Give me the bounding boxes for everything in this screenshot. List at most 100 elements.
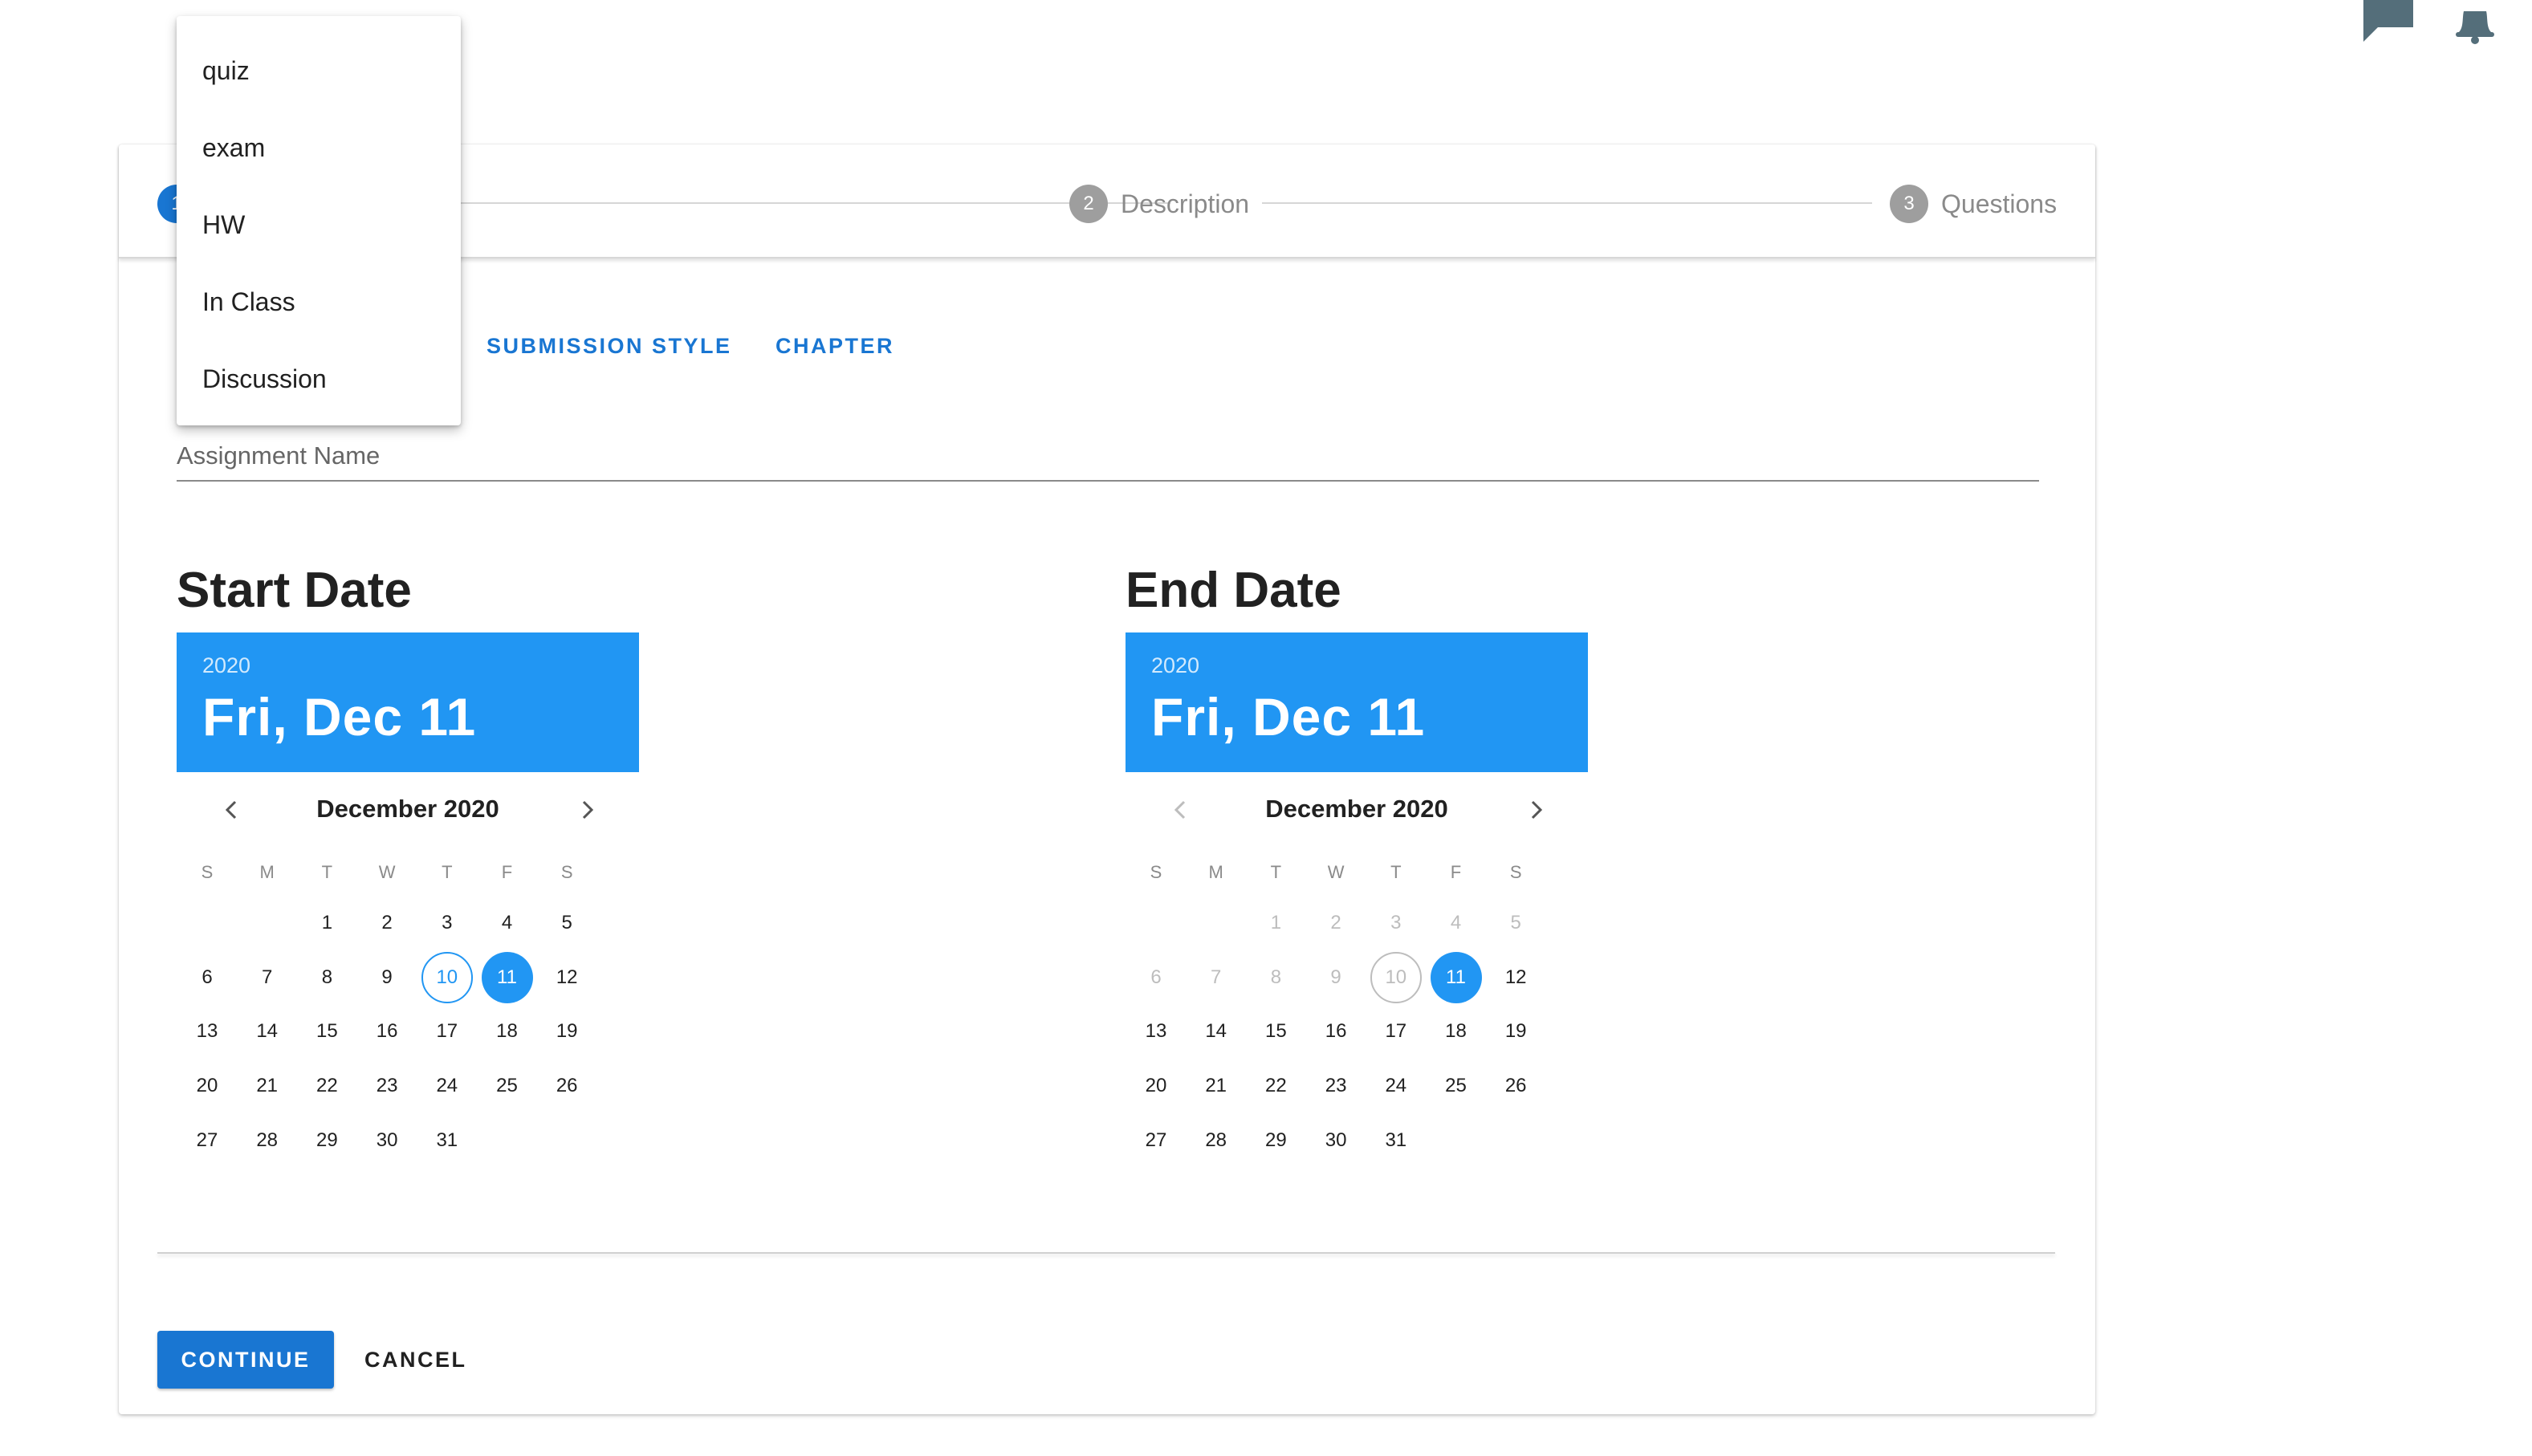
calendar-day[interactable]: 17 [421,1006,473,1057]
menu-item-discussion[interactable]: Discussion [177,340,461,417]
calendar-day[interactable]: 4 [482,897,533,949]
calendar-day[interactable]: 1 [301,897,352,949]
calendar-day[interactable]: 20 [181,1060,233,1112]
weekday-label: F [1450,862,1462,882]
menu-item-hw[interactable]: HW [177,186,461,263]
calendar-day[interactable]: 27 [1130,1115,1182,1166]
calendar-day[interactable]: 17 [1370,1006,1422,1057]
calendar-day[interactable]: 15 [1250,1006,1301,1057]
step-3[interactable]: 3 Questions [1890,185,2057,223]
calendar-day[interactable]: 16 [1310,1006,1362,1057]
chevron-right-icon[interactable] [575,798,599,822]
calendar-day: 10 [1370,951,1422,1003]
calendar-day[interactable]: 23 [1310,1060,1362,1112]
weekday-label: S [201,862,214,882]
calendar-day-selected[interactable]: 11 [481,951,533,1003]
section-divider [157,1252,2055,1254]
menu-item-quiz[interactable]: quiz [177,32,461,109]
chevron-right-icon[interactable] [1524,798,1548,822]
end-date-title: End Date [1126,563,1341,618]
calendar-day[interactable]: 29 [301,1115,352,1166]
step-2-number: 2 [1069,185,1108,223]
calendar-day: 5 [1510,912,1521,933]
weekday-label: T [1270,862,1282,882]
day-grid: 1 2 3 4 5 6 7 8 9 10 11 12 13 14 15 16 17 18 19 20 21 22 23 24 2… [1126,894,1588,1167]
calendar-day[interactable]: 16 [361,1006,413,1057]
calendar-day[interactable]: 28 [242,1115,293,1166]
calendar-day[interactable]: 25 [482,1060,533,1112]
calendar-day[interactable]: 6 [181,952,233,1003]
calendar-day[interactable]: 26 [541,1060,592,1112]
calendar-day[interactable]: 13 [181,1006,233,1057]
picker-year[interactable]: 2020 [202,653,613,678]
chat-icon[interactable] [2360,0,2416,43]
step-connector [1262,202,1872,204]
weekday-label: M [259,862,275,882]
calendar-day[interactable]: 22 [301,1060,352,1112]
calendar-day[interactable]: 19 [541,1006,592,1057]
calendar-day: 3 [1390,912,1402,933]
weekday-label: W [378,862,396,882]
calendar-day: 8 [1270,966,1282,988]
picker-selected-date[interactable]: Fri, Dec 11 [1151,686,1562,747]
bell-icon[interactable] [2453,0,2497,45]
weekday-header: SMTWTFS [177,862,639,894]
step-2[interactable]: 2 Description [1069,185,1249,223]
calendar-day[interactable]: 31 [421,1115,473,1166]
assignment-name-input[interactable] [177,480,2039,482]
calendar-day[interactable]: 30 [361,1115,413,1166]
picker-selected-date[interactable]: Fri, Dec 11 [202,686,613,747]
step-3-label: Questions [1941,189,2058,218]
calendar-day[interactable]: 30 [1310,1115,1362,1166]
calendar-day[interactable]: 20 [1130,1060,1182,1112]
end-date-picker: 2020 Fri, Dec 11 December 2020 S M T W T F S 1… [1126,632,1588,1167]
calendar-day[interactable]: 21 [1191,1060,1242,1112]
calendar-day[interactable]: 10 [421,951,473,1003]
picker-nav: December 2020 [1126,772,1588,846]
picker-header: 2020 Fri, Dec 11 [177,632,639,772]
cancel-button[interactable]: CANCEL [352,1331,480,1389]
calendar-day[interactable]: 7 [242,952,293,1003]
calendar-day[interactable]: 13 [1130,1006,1182,1057]
calendar-day[interactable]: 26 [1490,1060,1541,1112]
calendar-day[interactable]: 25 [1431,1060,1482,1112]
calendar-day[interactable]: 18 [482,1006,533,1057]
step-3-number: 3 [1890,185,1928,223]
calendar-day[interactable]: 23 [361,1060,413,1112]
calendar-day[interactable]: 28 [1191,1115,1242,1166]
tab-submission-style[interactable]: SUBMISSION STYLE [486,334,732,359]
calendar-day[interactable]: 31 [1370,1115,1422,1166]
continue-button[interactable]: CONTINUE [157,1331,334,1389]
calendar-day[interactable]: 9 [361,952,413,1003]
calendar-day[interactable]: 3 [421,897,473,949]
calendar-day[interactable]: 12 [541,952,592,1003]
start-date-picker: 2020 Fri, Dec 11 December 2020 S M T W T F S 1… [177,632,639,1167]
menu-item-in-class[interactable]: In Class [177,263,461,340]
picker-year[interactable]: 2020 [1151,653,1562,678]
calendar-day[interactable]: 14 [242,1006,293,1057]
weekday-label: T [1390,862,1402,882]
calendar-day[interactable]: 29 [1250,1115,1301,1166]
calendar-day[interactable]: 21 [242,1060,293,1112]
weekday-label: T [442,862,453,882]
menu-item-exam[interactable]: exam [177,109,461,186]
start-date-title: Start Date [177,563,412,618]
calendar-day[interactable]: 12 [1490,952,1541,1003]
calendar-day[interactable]: 2 [361,897,413,949]
tab-chapter[interactable]: CHAPTER [775,334,894,359]
calendar-day: 7 [1211,966,1222,988]
calendar-day[interactable]: 24 [421,1060,473,1112]
weekday-label: S [1150,862,1162,882]
calendar-day[interactable]: 19 [1490,1006,1541,1057]
calendar-day-selected[interactable]: 11 [1430,951,1482,1003]
calendar-day[interactable]: 24 [1370,1060,1422,1112]
calendar-day[interactable]: 18 [1431,1006,1482,1057]
calendar-day[interactable]: 14 [1191,1006,1242,1057]
calendar-day[interactable]: 22 [1250,1060,1301,1112]
calendar-day[interactable]: 8 [301,952,352,1003]
calendar-day[interactable]: 5 [541,897,592,949]
calendar-day[interactable]: 27 [181,1115,233,1166]
step-2-label: Description [1121,189,1250,218]
calendar-day[interactable]: 15 [301,1006,352,1057]
weekday-header: SMTWTFS [1126,862,1588,894]
